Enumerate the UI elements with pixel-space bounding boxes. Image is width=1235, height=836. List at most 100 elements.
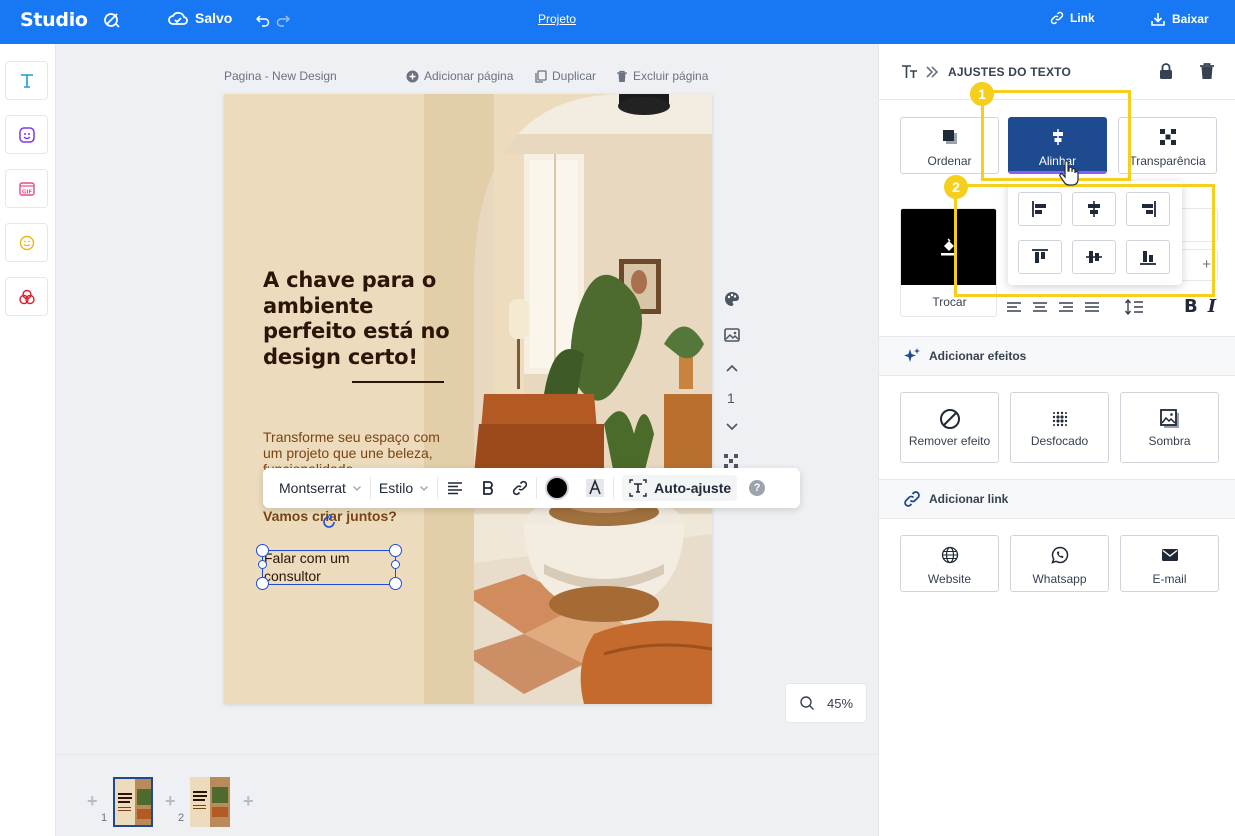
text-tool[interactable] (5, 61, 48, 100)
email-button[interactable]: E-mail (1120, 535, 1219, 592)
download-icon (1150, 11, 1166, 27)
resize-handle-tr[interactable] (389, 544, 402, 557)
align-left-icon[interactable] (1006, 300, 1022, 314)
font-name: Montserrat (279, 480, 346, 496)
text-icon (18, 72, 36, 90)
page-thumbnail[interactable] (113, 777, 153, 827)
design-subtitle[interactable]: Transforme seu espaço com um projeto que… (263, 429, 453, 473)
plus-circle-icon (406, 70, 419, 83)
auto-fit-icon (628, 478, 648, 498)
undo-icon[interactable] (256, 13, 270, 27)
delete-page-label: Excluir página (633, 69, 709, 83)
top-bar: Studio Salvo Projeto Link Baixar (0, 0, 1235, 44)
selection-box (262, 550, 396, 585)
title-underline (352, 381, 444, 383)
zoom-search-icon (799, 695, 815, 711)
delete-page-button[interactable]: Excluir página (616, 69, 708, 83)
cloud-check-icon (168, 10, 188, 26)
transparency-button[interactable]: Transparência (1118, 117, 1217, 174)
auto-fit-button[interactable]: Auto-ajuste (622, 475, 738, 501)
align-text-button[interactable] (438, 480, 472, 496)
blur-icon (1011, 408, 1108, 430)
link-text-button[interactable] (504, 480, 536, 496)
rotate-icon[interactable] (321, 514, 337, 530)
trash-icon (616, 70, 628, 83)
style-select[interactable]: Estilo (371, 480, 437, 496)
text-format-row: B I (1006, 296, 1216, 317)
canvas-area: Pagina - New Design Adicionar página Dup… (56, 44, 878, 754)
chevron-up-icon[interactable] (725, 362, 739, 376)
grid-icon[interactable] (723, 453, 739, 469)
zoom-control[interactable]: 45% (785, 683, 867, 723)
align-center-icon[interactable] (1032, 300, 1048, 314)
gif-tool[interactable]: GIF (5, 169, 48, 208)
whatsapp-icon (1011, 546, 1108, 564)
shadow-label: Sombra (1148, 434, 1191, 448)
no-effect-icon (901, 408, 998, 430)
save-status[interactable]: Salvo (168, 10, 232, 26)
website-button[interactable]: Website (900, 535, 999, 592)
image-icon[interactable] (723, 326, 741, 344)
remove-effect-label: Remover efeito (908, 434, 991, 448)
checker-icon (1119, 128, 1216, 146)
shadow-button[interactable]: Sombra (1120, 392, 1219, 463)
text-toolbar: Montserrat Estilo Auto-ajuste ? (263, 468, 800, 508)
add-page-button[interactable]: Adicionar página (406, 69, 513, 83)
duplicate-button[interactable]: Duplicar (535, 69, 596, 83)
link-label: Link (1070, 11, 1095, 25)
thumbnail-number: 1 (101, 812, 108, 824)
font-select[interactable]: Montserrat (271, 480, 370, 496)
link-icon (903, 490, 921, 508)
gif-icon: GIF (18, 180, 36, 198)
text-color-button[interactable] (537, 476, 577, 500)
effects-title: Adicionar efeitos (929, 349, 1027, 363)
whatsapp-button[interactable]: Whatsapp (1010, 535, 1109, 592)
align-justify-icon[interactable] (1084, 300, 1100, 314)
resize-handle-r[interactable] (391, 560, 400, 569)
design-artboard[interactable]: A chave para o ambiente perfeito está no… (224, 94, 712, 704)
italic-icon[interactable]: I (1208, 296, 1216, 317)
resize-handle-br[interactable] (389, 577, 402, 590)
remove-effect-button[interactable]: Remover efeito (900, 392, 999, 463)
shapes-tool[interactable] (5, 277, 48, 316)
link-icon (1050, 11, 1064, 25)
line-height-icon[interactable] (1124, 298, 1144, 315)
zoom-value: 45% (826, 695, 854, 711)
bold-icon[interactable]: B (1184, 296, 1198, 317)
swap-label: Trocar (932, 295, 967, 309)
align-right-icon[interactable] (1058, 300, 1074, 314)
globe-icon (901, 546, 998, 564)
resize-handle-tl[interactable] (256, 544, 269, 557)
chevron-down-icon[interactable] (725, 419, 739, 433)
bold-button[interactable] (472, 480, 504, 496)
insert-page-plus-icon[interactable]: + (87, 791, 98, 812)
effects-section-header: Adicionar efeitos (879, 336, 1235, 376)
project-title[interactable]: Projeto (538, 12, 576, 26)
text-size-icon (901, 63, 919, 81)
lock-icon[interactable] (1158, 62, 1174, 80)
page-name: Pagina - New Design (224, 69, 337, 83)
link-button[interactable]: Link (1050, 11, 1095, 25)
resize-handle-l[interactable] (258, 560, 267, 569)
download-button[interactable]: Baixar (1150, 11, 1209, 27)
redo-icon[interactable] (276, 13, 290, 27)
double-chevron-right-icon (925, 65, 939, 79)
style-label: Estilo (378, 480, 414, 496)
insert-page-plus-icon[interactable]: + (243, 791, 254, 812)
resize-handle-bl[interactable] (256, 577, 269, 590)
insert-page-plus-icon[interactable]: + (165, 791, 176, 812)
highlight-box-1 (981, 90, 1131, 181)
logo-icon (102, 10, 122, 30)
help-icon[interactable]: ? (749, 480, 766, 496)
design-title[interactable]: A chave para o ambiente perfeito está no… (263, 268, 463, 370)
page-thumbnail[interactable] (190, 777, 230, 827)
emoji-tool[interactable] (5, 223, 48, 262)
text-highlight-button[interactable] (577, 478, 613, 498)
blur-button[interactable]: Desfocado (1010, 392, 1109, 463)
whatsapp-label: Whatsapp (1032, 572, 1087, 586)
sparkles-icon (903, 347, 921, 365)
sticker-tool[interactable] (5, 115, 48, 154)
palette-icon[interactable] (723, 290, 741, 308)
transparency-label: Transparência (1129, 154, 1206, 168)
trash-icon[interactable] (1199, 62, 1215, 80)
